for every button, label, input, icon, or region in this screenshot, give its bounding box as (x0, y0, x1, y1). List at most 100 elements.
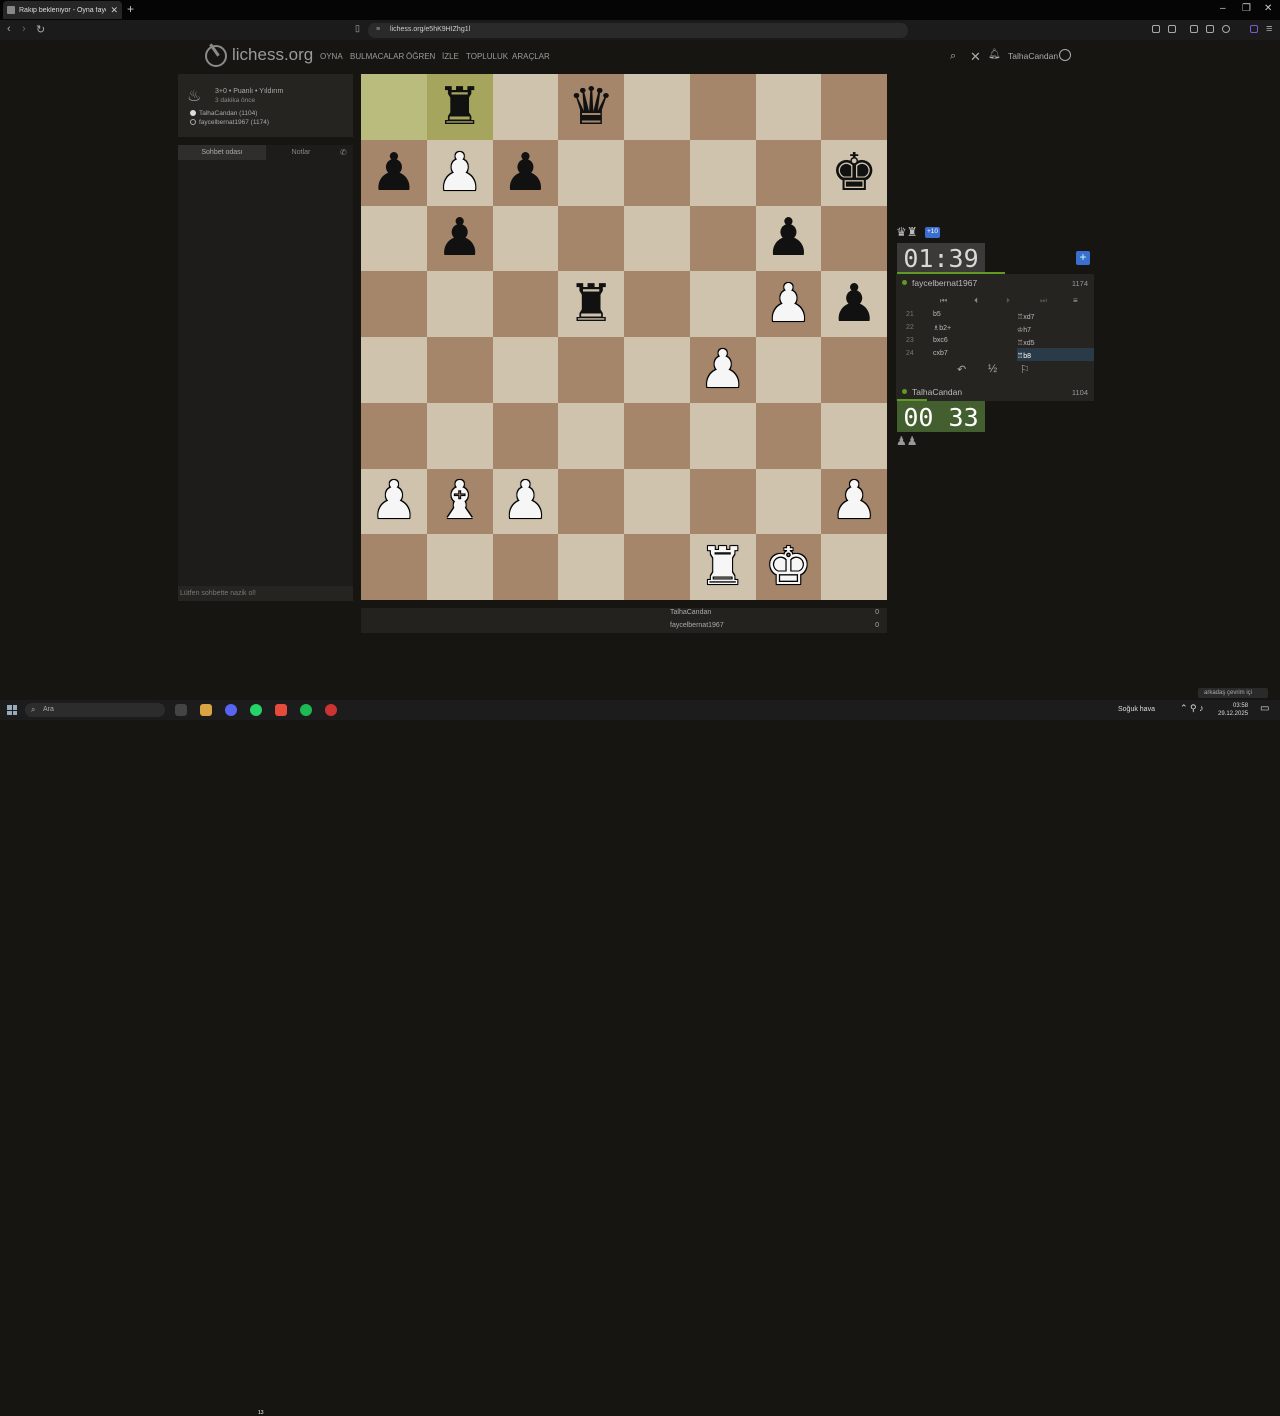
nav-community[interactable]: TOPLULUK (466, 52, 508, 61)
nav-puzzles[interactable]: BULMACALAR (350, 52, 404, 61)
extension-icon[interactable] (1168, 25, 1176, 33)
square-g3[interactable] (755, 402, 822, 469)
square-g4[interactable] (755, 337, 822, 403)
square-f8[interactable] (689, 74, 756, 140)
white-move[interactable]: cxb7 (933, 348, 948, 357)
square-f7[interactable] (689, 139, 756, 206)
black-player-line[interactable]: faycelbernat1967 (1174) (190, 119, 269, 126)
app-icon[interactable] (325, 704, 337, 716)
square-a2[interactable]: ♟ (361, 468, 427, 535)
extension-icon[interactable] (1152, 25, 1160, 33)
nav-learn[interactable]: ÖĞREN (406, 52, 435, 61)
white-rook-piece[interactable]: ♜ (699, 541, 746, 593)
back-icon[interactable]: ‹ (7, 23, 11, 35)
restore-icon[interactable]: ❐ (1242, 3, 1251, 14)
black-pawn-piece[interactable]: ♟ (765, 212, 812, 264)
site-logo[interactable]: lichess.org (232, 45, 313, 65)
square-c1[interactable] (492, 534, 559, 600)
white-pawn-piece[interactable]: ♟ (765, 278, 812, 330)
white-move[interactable]: b5 (933, 309, 941, 318)
browser-tab[interactable]: Rakip bekleniyor - Oyna fayc ✕ (3, 1, 122, 19)
site-info-icon[interactable]: ≡ (376, 26, 380, 33)
browser-app-icon[interactable] (275, 704, 287, 716)
white-pawn-piece[interactable]: ♟ (436, 147, 483, 199)
black-pawn-piece[interactable]: ♟ (371, 147, 418, 199)
square-c7[interactable]: ♟ (492, 139, 559, 206)
square-a3[interactable] (361, 402, 427, 469)
square-b7[interactable]: ♟ (426, 139, 493, 206)
square-e2[interactable] (624, 468, 690, 535)
task-view-icon[interactable] (175, 704, 187, 716)
square-b5[interactable] (426, 271, 493, 337)
black-move[interactable]: ♔h7 (1017, 322, 1094, 335)
white-king-piece[interactable]: ♚ (765, 541, 812, 593)
lichess-logo-icon[interactable] (205, 45, 227, 67)
square-a1[interactable] (361, 534, 427, 600)
opponent-name[interactable]: faycelbernat1967 (902, 278, 977, 288)
square-e5[interactable] (624, 271, 690, 337)
black-pawn-piece[interactable]: ♟ (831, 278, 878, 330)
black-pawn-piece[interactable]: ♟ (502, 147, 549, 199)
file-explorer-icon[interactable] (200, 704, 212, 716)
reload-icon[interactable]: ↻ (36, 23, 45, 36)
takeback-icon[interactable]: ↶ (957, 363, 966, 376)
first-move-icon[interactable]: ⏮ (940, 296, 947, 306)
square-d5[interactable]: ♜ (558, 271, 624, 337)
friends-online-notice[interactable]: arkadaş çevrim içi (1198, 688, 1268, 698)
nav-watch[interactable]: İZLE (442, 52, 459, 61)
white-player-line[interactable]: TalhaCandan (1104) (190, 110, 257, 117)
menu-icon[interactable]: ≡ (1073, 296, 1078, 305)
square-f6[interactable] (689, 205, 756, 272)
square-a6[interactable] (361, 205, 427, 272)
square-g2[interactable] (755, 468, 822, 535)
chat-input[interactable]: Lütfen sohbette nazik ol! (178, 586, 353, 601)
square-c8[interactable] (492, 74, 559, 140)
square-b1[interactable] (426, 534, 493, 600)
notification-center-icon[interactable]: ▭ (1260, 703, 1269, 714)
window-close-icon[interactable]: ✕ (1264, 3, 1272, 14)
tab-close-icon[interactable]: ✕ (110, 5, 118, 16)
black-move-active[interactable]: ♖b8 (1017, 348, 1094, 361)
player-name[interactable]: TalhaCandan (902, 387, 962, 397)
square-a7[interactable]: ♟ (361, 139, 427, 206)
square-c5[interactable] (492, 271, 559, 337)
square-h6[interactable] (821, 205, 887, 272)
square-h1[interactable] (821, 534, 887, 600)
square-h3[interactable] (821, 402, 887, 469)
taskbar-clock[interactable]: 03:58 29.12.2025 (1218, 702, 1248, 718)
square-b2[interactable]: ♝ (426, 468, 493, 535)
square-f3[interactable] (689, 402, 756, 469)
close-icon[interactable]: ✕ (970, 49, 981, 65)
square-f2[interactable] (689, 468, 756, 535)
profile-icon[interactable] (1250, 25, 1258, 33)
square-a4[interactable] (361, 337, 427, 403)
white-pawn-piece[interactable]: ♟ (831, 475, 878, 527)
square-b3[interactable] (426, 402, 493, 469)
forward-icon[interactable]: › (22, 23, 26, 35)
weather-widget[interactable]: Soğuk hava (1118, 706, 1155, 713)
square-g5[interactable]: ♟ (755, 271, 822, 337)
sidebar-icon[interactable] (1190, 25, 1198, 33)
square-e7[interactable] (624, 139, 690, 206)
resign-flag-icon[interactable]: ⚐ (1020, 363, 1030, 376)
square-e6[interactable] (624, 205, 690, 272)
black-rook-piece[interactable]: ♜ (436, 81, 483, 133)
tab-notes[interactable]: Notlar (266, 145, 336, 160)
square-b8[interactable]: ♜ (426, 74, 493, 140)
white-bishop-piece[interactable]: ♝ (436, 475, 483, 527)
square-b6[interactable]: ♟ (426, 205, 493, 272)
square-c2[interactable]: ♟ (492, 468, 559, 535)
square-f1[interactable]: ♜ (689, 534, 756, 600)
add-time-icon[interactable]: + (1076, 251, 1090, 265)
white-pawn-piece[interactable]: ♟ (502, 475, 549, 527)
square-h4[interactable] (821, 337, 887, 403)
square-d3[interactable] (558, 402, 624, 469)
discord-icon[interactable] (225, 704, 237, 716)
square-c3[interactable] (492, 402, 559, 469)
square-d4[interactable] (558, 337, 624, 403)
prev-move-icon[interactable]: ⏴ (974, 296, 978, 306)
black-rook-piece[interactable]: ♜ (568, 278, 615, 330)
black-move[interactable]: ♖xd7 (1017, 309, 1094, 322)
nav-tools[interactable]: ARAÇLAR (512, 52, 550, 61)
white-pawn-piece[interactable]: ♟ (371, 475, 418, 527)
